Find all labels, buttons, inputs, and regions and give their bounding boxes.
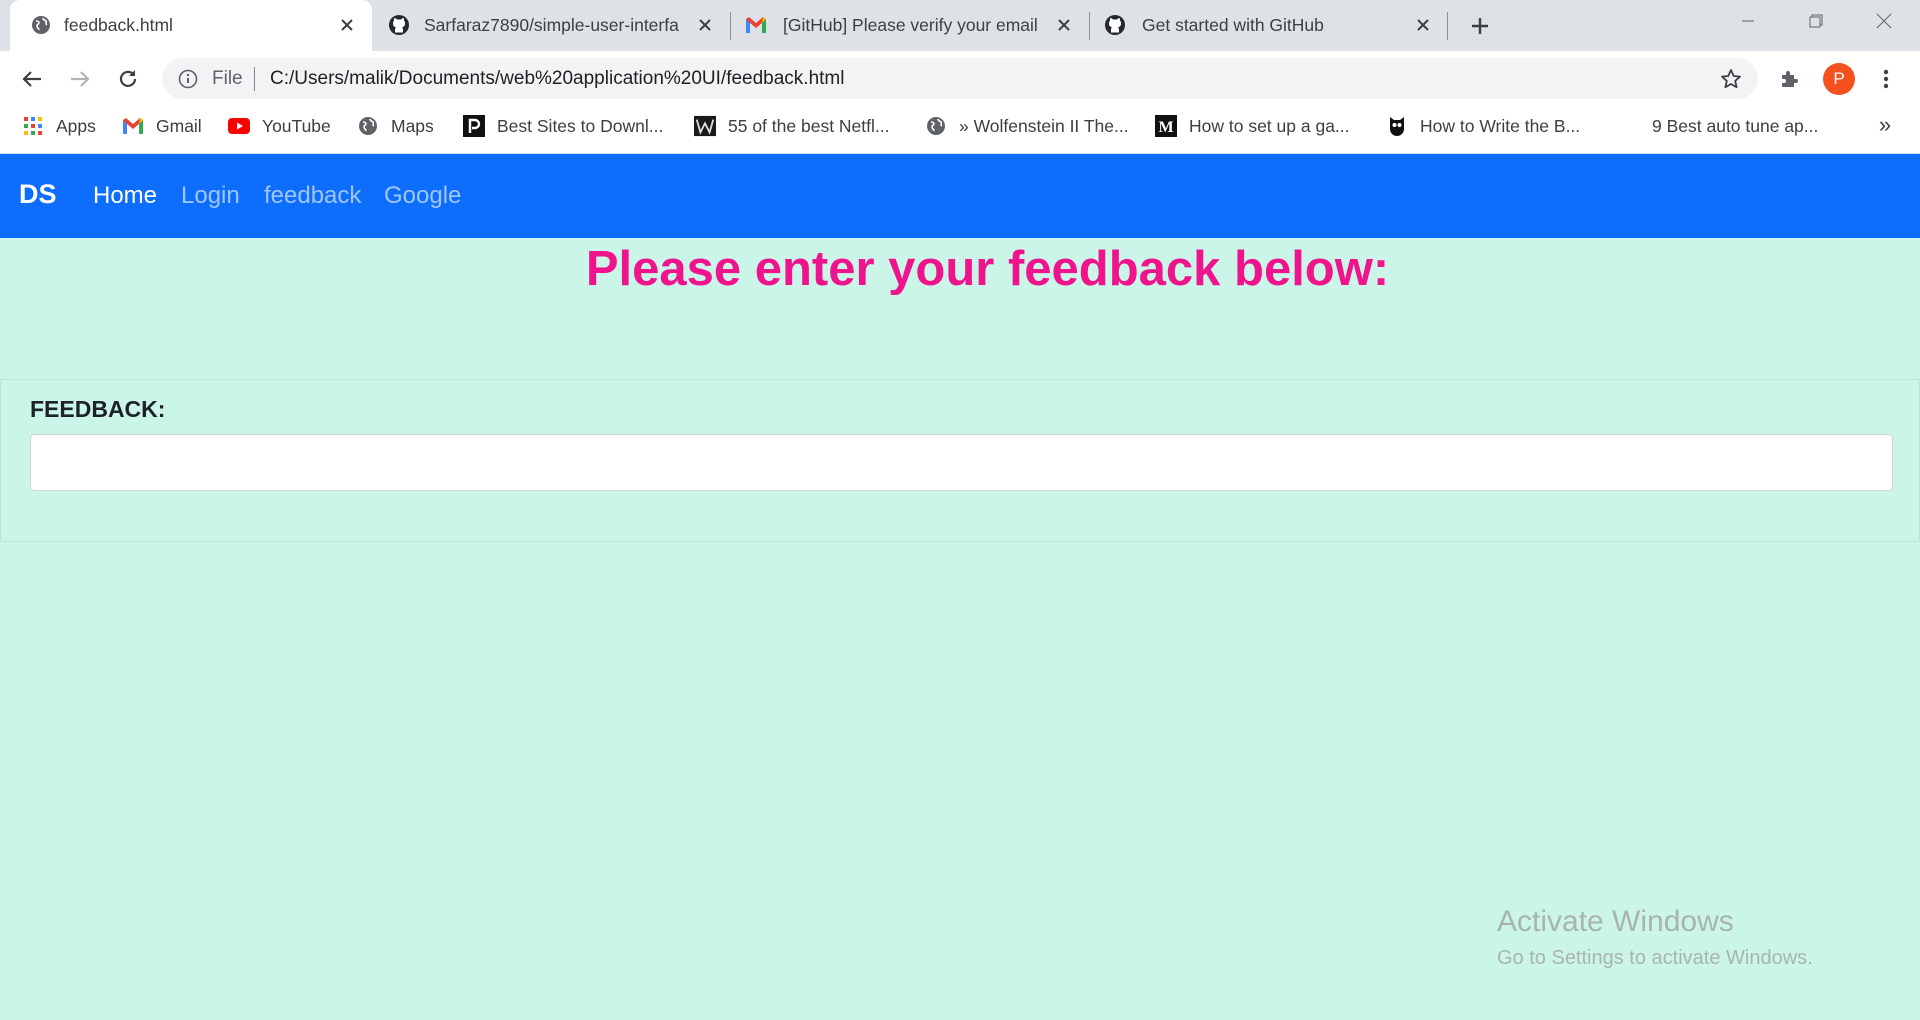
info-icon[interactable] <box>176 67 200 91</box>
feedback-input[interactable] <box>30 434 1893 491</box>
close-icon[interactable] <box>1051 12 1077 38</box>
browser-tab-strip: feedback.html Sarfaraz7890/simple-user-i… <box>0 0 1920 51</box>
p-logo-icon <box>463 115 485 137</box>
bookmark-star-icon[interactable] <box>1718 66 1744 92</box>
bookmark-label: Gmail <box>156 115 202 136</box>
address-bar[interactable]: File C:/Users/malik/Documents/web%20appl… <box>162 58 1758 99</box>
globe-icon <box>357 115 379 137</box>
restore-button[interactable] <box>1796 6 1836 36</box>
close-icon[interactable] <box>1410 12 1436 38</box>
bookmark-how-to-write[interactable]: How to Write the B... <box>1386 106 1580 146</box>
url-scheme: File <box>212 68 243 89</box>
tab-title: Get started with GitHub <box>1142 15 1324 35</box>
extensions-puzzle-icon[interactable] <box>1774 63 1806 95</box>
close-window-button[interactable] <box>1864 6 1904 36</box>
bookmark-label: How to set up a ga... <box>1189 115 1350 136</box>
close-icon[interactable] <box>692 12 718 38</box>
site-navbar: DS Home Login feedback Google <box>0 154 1920 238</box>
tab-feedback[interactable]: feedback.html <box>10 0 372 51</box>
bookmark-label: Maps <box>391 115 434 136</box>
tab-title: Sarfaraz7890/simple-user-interfa <box>424 15 679 35</box>
globe-icon <box>30 14 52 36</box>
bookmark-medium[interactable]: M How to set up a ga... <box>1155 106 1350 146</box>
bookmark-label: Best Sites to Downl... <box>497 115 664 136</box>
bookmarks-bar: Apps Gmail YouTube Maps Best Sites to Do… <box>0 106 1920 154</box>
bookmark-label: YouTube <box>262 115 331 136</box>
close-icon[interactable] <box>334 12 360 38</box>
browser-toolbar: File C:/Users/malik/Documents/web%20appl… <box>0 51 1920 106</box>
github-icon <box>388 14 410 36</box>
svg-text:M: M <box>1158 119 1173 136</box>
globe-icon <box>925 115 947 137</box>
bookmark-label: How to Write the B... <box>1420 115 1581 136</box>
nav-link-google[interactable]: Google <box>384 181 461 211</box>
reload-button[interactable] <box>112 63 144 95</box>
new-tab-button[interactable] <box>1464 10 1496 42</box>
profile-avatar[interactable]: P <box>1823 63 1855 95</box>
tab-get-started-github[interactable]: Get started with GitHub <box>1090 0 1448 51</box>
bookmark-label: 55 of the best Netfl... <box>728 115 890 136</box>
bookmark-maps[interactable]: Maps <box>357 106 434 146</box>
bookmark-gmail[interactable]: Gmail <box>122 106 202 146</box>
watermark-title: Activate Windows <box>1497 905 1734 938</box>
gmail-icon <box>745 14 767 36</box>
nav-link-home[interactable]: Home <box>93 181 157 211</box>
tab-gmail[interactable]: [GitHub] Please verify your email <box>731 0 1089 51</box>
gmail-icon <box>122 115 144 137</box>
watermark-subtitle: Go to Settings to activate Windows. <box>1497 947 1813 969</box>
activate-windows-watermark: Activate Windows Go to Settings to activ… <box>1497 904 1813 972</box>
feedback-label: FEEDBACK: <box>30 396 166 422</box>
bookmark-youtube[interactable]: YouTube <box>228 106 331 146</box>
menu-kebab-icon[interactable] <box>1870 63 1902 95</box>
url-divider <box>254 67 255 91</box>
github-icon <box>1104 14 1126 36</box>
brand-logo[interactable]: DS <box>19 178 57 210</box>
forward-button[interactable] <box>64 63 96 95</box>
minimize-button[interactable] <box>1728 6 1768 36</box>
page-title: Please enter your feedback below: <box>585 242 1390 296</box>
tab-github-repo[interactable]: Sarfaraz7890/simple-user-interfa <box>372 0 730 51</box>
tab-divider <box>1447 12 1448 40</box>
nav-link-login[interactable]: Login <box>181 181 240 211</box>
bookmark-auto-tune[interactable]: 9 Best auto tune ap... <box>1652 106 1818 146</box>
bookmark-label: 9 Best auto tune ap... <box>1652 115 1819 136</box>
url-text[interactable]: C:/Users/malik/Documents/web%20applicati… <box>270 68 844 90</box>
w-logo-icon <box>694 115 716 137</box>
bookmark-wolfenstein[interactable]: » Wolfenstein II The... <box>925 106 1129 146</box>
tab-title: feedback.html <box>64 15 173 35</box>
bookmark-netflix[interactable]: 55 of the best Netfl... <box>694 106 889 146</box>
medium-logo-icon: M <box>1155 115 1177 137</box>
owl-icon <box>1386 115 1408 137</box>
bookmark-apps[interactable]: Apps <box>22 106 96 146</box>
nav-link-feedback[interactable]: feedback <box>264 181 361 211</box>
bookmark-best-sites[interactable]: Best Sites to Downl... <box>463 106 663 146</box>
tab-title: [GitHub] Please verify your email <box>783 15 1038 35</box>
bookmark-label: » Wolfenstein II The... <box>959 115 1129 136</box>
feedback-form: FEEDBACK: <box>0 379 1920 542</box>
bookmarks-overflow-button[interactable]: » <box>1872 112 1898 138</box>
back-button[interactable] <box>16 63 48 95</box>
apps-grid-icon <box>22 115 44 137</box>
youtube-icon <box>228 115 250 137</box>
bookmark-label: Apps <box>56 115 96 136</box>
